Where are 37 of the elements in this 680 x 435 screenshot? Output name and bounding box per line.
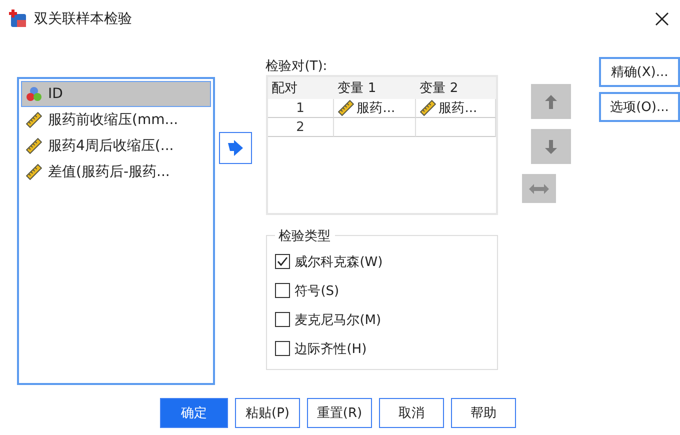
- dialog-button[interactable]: 精确(X)...: [599, 57, 680, 87]
- checkbox-label: 边际齐性(H): [294, 340, 367, 358]
- variable-name[interactable]: 服药前收缩压(mm...: [48, 111, 178, 129]
- checkbox[interactable]: [274, 283, 290, 298]
- window-title: 双关联样本检验: [34, 10, 133, 28]
- variable-name[interactable]: 服药4周后收缩压(...: [48, 137, 174, 155]
- checkbox[interactable]: [274, 312, 290, 327]
- checkbox[interactable]: [274, 254, 290, 269]
- table-cell: 服药...: [334, 99, 416, 118]
- app-icon: [8, 9, 28, 29]
- checkbox-label: 威尔科克森(W): [294, 254, 383, 270]
- up-arrow-icon: [544, 94, 557, 108]
- table-cell: 服药...: [416, 99, 496, 118]
- right-arrow-icon: [226, 140, 244, 156]
- selected-variable-row[interactable]: ID: [21, 81, 211, 107]
- test-pairs-label: 检验对(T):: [266, 58, 328, 75]
- variable-name[interactable]: ID: [48, 86, 63, 102]
- table-cell: 1: [268, 99, 334, 118]
- table-cell: 2: [268, 118, 334, 137]
- checkbox-label: 符号(S): [294, 282, 340, 300]
- group-title: 检验类型: [274, 227, 335, 245]
- dialog-button[interactable]: 粘贴(P): [235, 398, 300, 428]
- nominal-variable-icon: [26, 86, 42, 102]
- variable-name[interactable]: 差值(服药后-服药...: [48, 163, 170, 181]
- dialog-button[interactable]: 帮助: [451, 398, 516, 428]
- move-arrow-button[interactable]: [218, 132, 252, 164]
- dialog-button[interactable]: 取消: [379, 398, 444, 428]
- move-down-button[interactable]: [530, 129, 571, 164]
- ok-button[interactable]: 确定: [160, 398, 228, 428]
- swap-arrows-icon: [528, 184, 549, 194]
- checkbox-label: 麦克尼马尔(M): [294, 312, 382, 328]
- move-up-button[interactable]: [530, 84, 571, 119]
- dialog-button[interactable]: 选项(O)...: [599, 92, 680, 122]
- down-arrow-icon: [544, 140, 557, 154]
- dialog-button[interactable]: 重置(R): [307, 398, 372, 428]
- checkbox[interactable]: [274, 341, 290, 356]
- close-icon[interactable]: [654, 11, 670, 27]
